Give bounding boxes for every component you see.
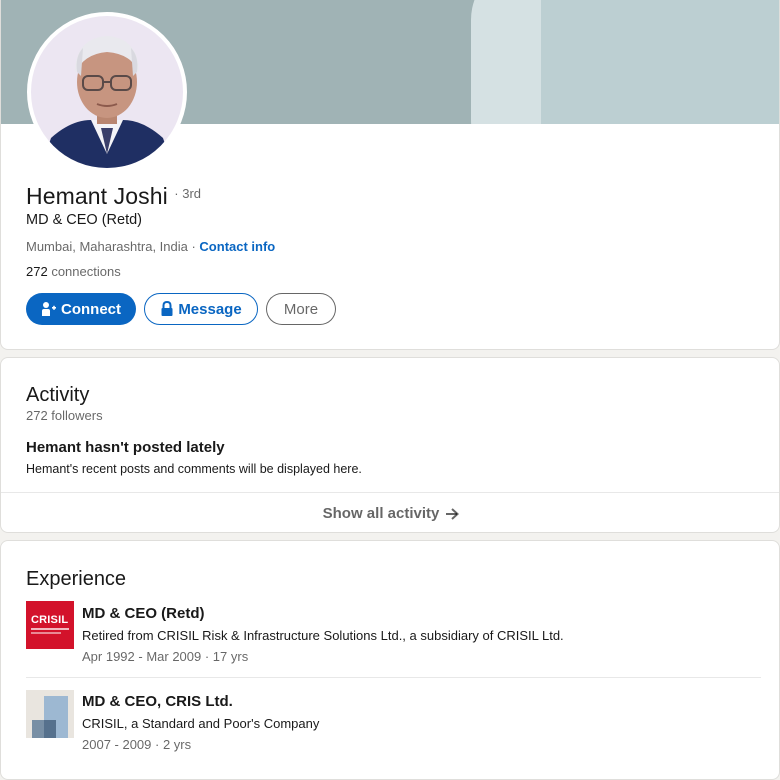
experience-description: Retired from CRISIL Risk & Infrastructur… — [82, 628, 564, 643]
experience-dates: 2007 - 2009 · 2 yrs — [82, 737, 192, 752]
show-all-activity-button[interactable]: Show all activity — [1, 492, 779, 532]
no-posts-subtitle: Hemant's recent posts and comments will … — [26, 462, 362, 476]
connection-degree: · 3rd — [174, 186, 202, 201]
arrow-right-icon — [446, 507, 460, 520]
experience-title: Experience — [26, 568, 127, 590]
activity-card: Activity 272 followers Hemant hasn't pos… — [0, 357, 780, 533]
experience-dates: Apr 1992 - Mar 2009 · 17 yrs — [82, 649, 249, 664]
lock-icon — [161, 301, 173, 316]
connections-number: 272 — [26, 264, 48, 279]
connect-button[interactable]: Connect — [26, 293, 136, 325]
profile-location-row: Mumbai, Maharashtra, India · Contact inf… — [26, 239, 275, 254]
no-posts-title: Hemant hasn't posted lately — [26, 439, 225, 456]
connections-label: connections — [47, 264, 121, 279]
more-button-label: More — [283, 300, 319, 318]
experience-item: MD & CEO, CRIS Ltd. CRISIL, a Standard a… — [26, 690, 761, 760]
show-all-activity-label: Show all activity — [322, 505, 440, 522]
location-separator: · — [187, 239, 200, 254]
profile-avatar[interactable] — [27, 12, 187, 172]
experience-item: CRISIL MD & CEO (Retd) Retired from CRIS… — [26, 601, 761, 678]
company-placeholder-icon[interactable] — [26, 690, 74, 738]
profile-name: Hemant Joshi — [26, 183, 168, 209]
more-button[interactable]: More — [266, 293, 336, 325]
crisil-logo[interactable]: CRISIL — [26, 601, 74, 649]
followers-count: 272 followers — [26, 408, 103, 423]
profile-headline: MD & CEO (Retd) — [26, 212, 143, 228]
connections-count: 272 connections — [26, 264, 121, 279]
connect-button-label: Connect — [61, 300, 121, 318]
experience-role-title: MD & CEO, CRIS Ltd. — [82, 693, 233, 710]
message-button-label: Message — [178, 300, 242, 318]
crisil-logo-text: CRISIL — [31, 614, 69, 626]
add-person-icon — [42, 302, 56, 316]
activity-title: Activity — [26, 384, 90, 406]
experience-role-title: MD & CEO (Retd) — [82, 605, 205, 622]
experience-card: Experience CRISIL MD & CEO (Retd) Retire… — [0, 540, 780, 780]
experience-description: CRISIL, a Standard and Poor's Company — [82, 716, 320, 731]
profile-location: Mumbai, Maharashtra, India — [26, 239, 188, 254]
message-button[interactable]: Message — [144, 293, 258, 325]
contact-info-link[interactable]: Contact info — [199, 239, 275, 254]
profile-card: Hemant Joshi · 3rd MD & CEO (Retd) Mumba… — [0, 0, 780, 350]
avatar-photo — [31, 16, 183, 168]
profile-name-row: Hemant Joshi · 3rd — [26, 183, 201, 210]
